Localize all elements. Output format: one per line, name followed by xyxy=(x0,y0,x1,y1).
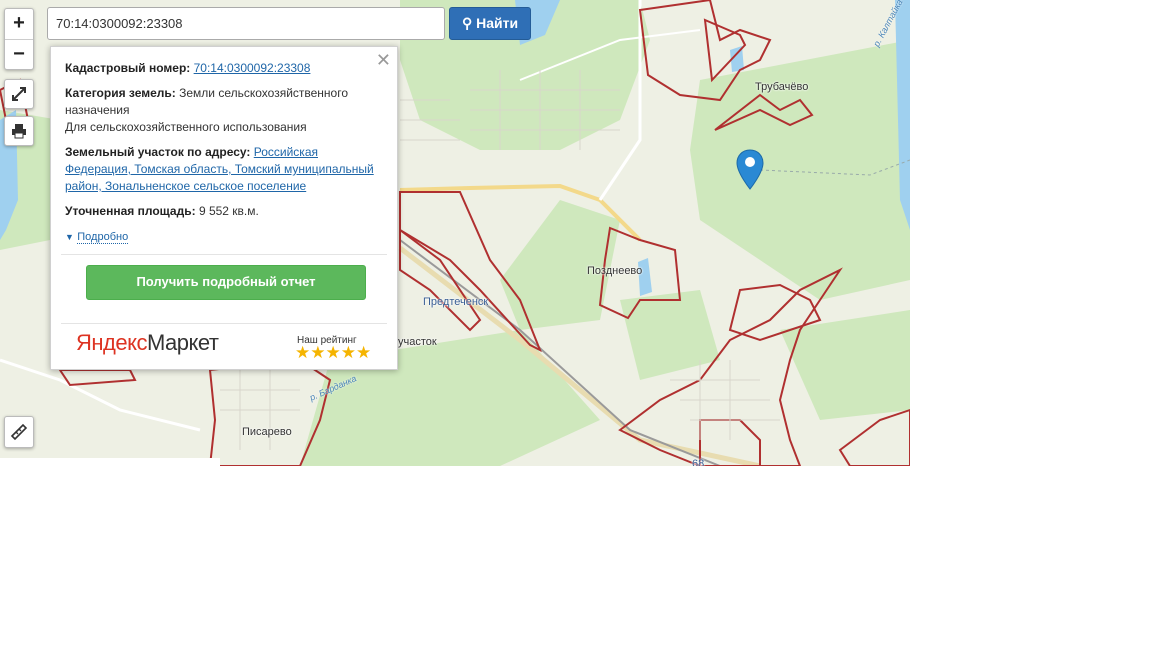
report-button[interactable]: Получить подробный отчет xyxy=(86,265,366,300)
usage-value: Для сельскохозяйственного использования xyxy=(65,120,307,134)
place-label-pisarevo: Писарево xyxy=(242,426,292,438)
ruler-button[interactable] xyxy=(4,416,34,448)
search-input[interactable]: 70:14:0300092:23308 xyxy=(47,7,445,40)
address-label: Земельный участок по адресу: xyxy=(65,145,251,159)
fullscreen-button[interactable] xyxy=(4,79,34,109)
zoom-control: + − xyxy=(4,8,34,70)
print-button[interactable] xyxy=(4,116,34,146)
place-label-trubachevo: Трубачёво xyxy=(755,81,809,93)
place-label-pozdneevo: Позднеево xyxy=(587,265,643,277)
search-icon: ⚲ xyxy=(461,15,473,31)
caret-down-icon: ▼ xyxy=(65,232,74,242)
place-label-predtechensk: Предтеченск xyxy=(423,296,489,308)
address-row: Земельный участок по адресу: Российская … xyxy=(65,144,383,195)
search-button-label: Найти xyxy=(476,15,519,31)
zoom-out-button[interactable]: − xyxy=(5,39,33,70)
search-button[interactable]: ⚲ Найти xyxy=(449,7,531,40)
close-icon[interactable]: ✕ xyxy=(376,51,391,69)
more-link[interactable]: Подробно xyxy=(77,231,129,244)
area-row: Уточненная площадь: 9 552 кв.м. xyxy=(65,203,383,220)
area-value: 9 552 кв.м. xyxy=(198,204,259,218)
ruler-icon xyxy=(10,423,28,441)
place-label-km: 68 xyxy=(692,458,705,466)
rating-stars: ★★★★★ xyxy=(295,343,372,362)
printer-icon xyxy=(12,124,26,139)
map-attribution-bar xyxy=(0,458,220,466)
yandex-market-logo[interactable]: ЯндексМаркет xyxy=(76,332,219,354)
cadastral-link[interactable]: 70:14:0300092:23308 xyxy=(194,61,311,75)
category-label: Категория земель: xyxy=(65,86,176,100)
cadastral-row: Кадастровый номер: 70:14:0300092:23308 xyxy=(65,60,383,77)
more-row[interactable]: ▼ Подробно xyxy=(65,228,383,246)
divider xyxy=(61,254,387,255)
place-label-uchastok: участок xyxy=(398,336,437,348)
parcel-info-popup: ✕ Кадастровый номер: 70:14:0300092:23308… xyxy=(50,46,398,370)
cadastral-label: Кадастровый номер: xyxy=(65,61,191,75)
zoom-in-button[interactable]: + xyxy=(5,9,33,39)
category-row: Категория земель: Земли сельскохозяйстве… xyxy=(65,85,383,136)
market-footer: ЯндексМаркет Наш рейтинг ★★★★★ xyxy=(61,323,387,370)
location-marker-icon[interactable] xyxy=(735,148,765,192)
area-label: Уточненная площадь: xyxy=(65,204,196,218)
expand-icon xyxy=(12,87,26,101)
